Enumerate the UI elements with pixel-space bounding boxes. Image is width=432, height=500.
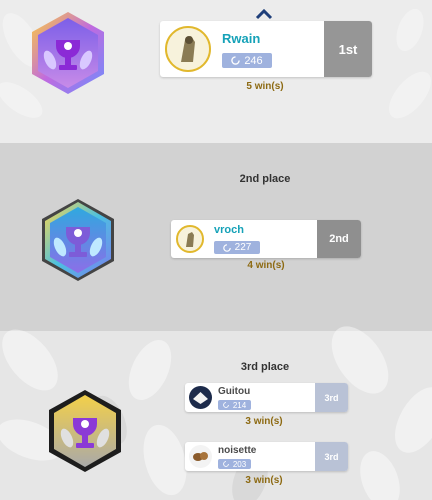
- player-name[interactable]: vroch: [214, 224, 244, 236]
- score-badge: 227: [214, 241, 260, 254]
- score-value: 214: [232, 400, 247, 410]
- player-name[interactable]: Guitou: [218, 386, 250, 397]
- rank-label-third: 3rd: [315, 383, 348, 412]
- player-card-rwain[interactable]: Rwain 246 1st: [160, 21, 372, 77]
- avatar: [176, 225, 204, 253]
- score-value: 246: [244, 54, 263, 67]
- player-card-noisette[interactable]: noisette 203 3rd: [185, 442, 348, 471]
- third-place-title: 3rd place: [240, 361, 290, 373]
- player-card-guitou[interactable]: Guitou 214 3rd: [185, 383, 348, 412]
- rank-label-first: 1st: [324, 21, 372, 77]
- wins-count: 4 win(s): [247, 260, 285, 271]
- player-card-vroch[interactable]: vroch 227 2nd: [171, 220, 361, 258]
- spinner-icon: [231, 56, 241, 65]
- third-place-trophy-badge: [49, 390, 121, 472]
- score-badge: 214: [218, 400, 251, 410]
- wins-count: 3 win(s): [245, 416, 283, 427]
- wins-count: 3 win(s): [245, 475, 283, 486]
- wins-count: 5 win(s): [246, 81, 284, 92]
- score-value: 227: [234, 242, 252, 253]
- spinner-icon: [222, 243, 231, 252]
- chevron-up-icon[interactable]: [255, 8, 273, 20]
- second-place-title: 2nd place: [239, 173, 291, 185]
- avatar: [165, 26, 211, 72]
- player-name[interactable]: Rwain: [222, 31, 260, 46]
- score-badge: 246: [222, 53, 272, 68]
- avatar: [189, 445, 212, 468]
- score-value: 203: [232, 459, 247, 469]
- player-name[interactable]: noisette: [218, 445, 256, 456]
- spinner-icon: [222, 402, 229, 408]
- second-place-trophy-badge: [42, 199, 114, 281]
- spinner-icon: [222, 461, 229, 467]
- score-badge: 203: [218, 459, 251, 469]
- avatar: [189, 386, 212, 409]
- rank-label-second: 2nd: [317, 220, 361, 258]
- first-place-trophy-badge: [32, 12, 104, 94]
- rank-label-third: 3rd: [315, 442, 348, 471]
